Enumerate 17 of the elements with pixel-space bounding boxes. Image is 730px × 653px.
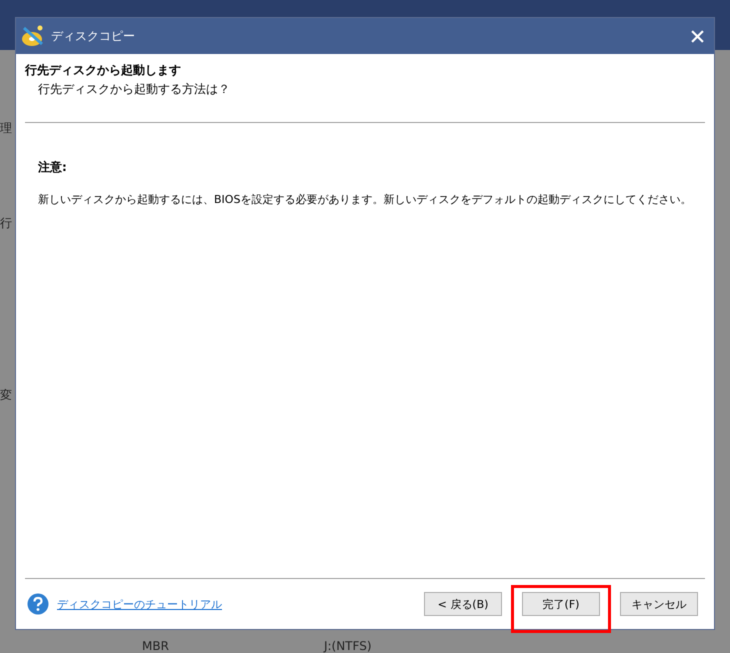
note-heading: 注意: bbox=[38, 159, 68, 176]
background-label: 理 bbox=[0, 120, 12, 137]
background-label: MBR bbox=[142, 639, 169, 653]
note-text: 新しいディスクから起動するには、BIOSを設定する必要があります。新しいディスクをデフォルトの起動ディスクにしてください。 bbox=[38, 192, 692, 207]
page-subtitle: 行先ディスクから起動する方法は？ bbox=[37, 81, 231, 98]
window-title: ディスクコピー bbox=[51, 28, 135, 44]
background-label: 行 bbox=[0, 215, 12, 232]
page-title: 行先ディスクから起動します bbox=[25, 62, 182, 79]
tutorial-link[interactable]: ディスクコピーのチュートリアル bbox=[57, 596, 222, 612]
dialog-button[interactable]: キャンセル bbox=[620, 592, 698, 616]
close-button[interactable] bbox=[689, 28, 706, 44]
disk-wand-icon bbox=[21, 24, 45, 48]
background-label: J:(NTFS) bbox=[324, 639, 372, 653]
help-icon[interactable] bbox=[27, 593, 49, 615]
dialog-button[interactable]: < 戻る(B) bbox=[424, 592, 502, 616]
background-label: 変 bbox=[0, 387, 12, 404]
dialog-button[interactable]: 完了(F) bbox=[522, 592, 600, 616]
